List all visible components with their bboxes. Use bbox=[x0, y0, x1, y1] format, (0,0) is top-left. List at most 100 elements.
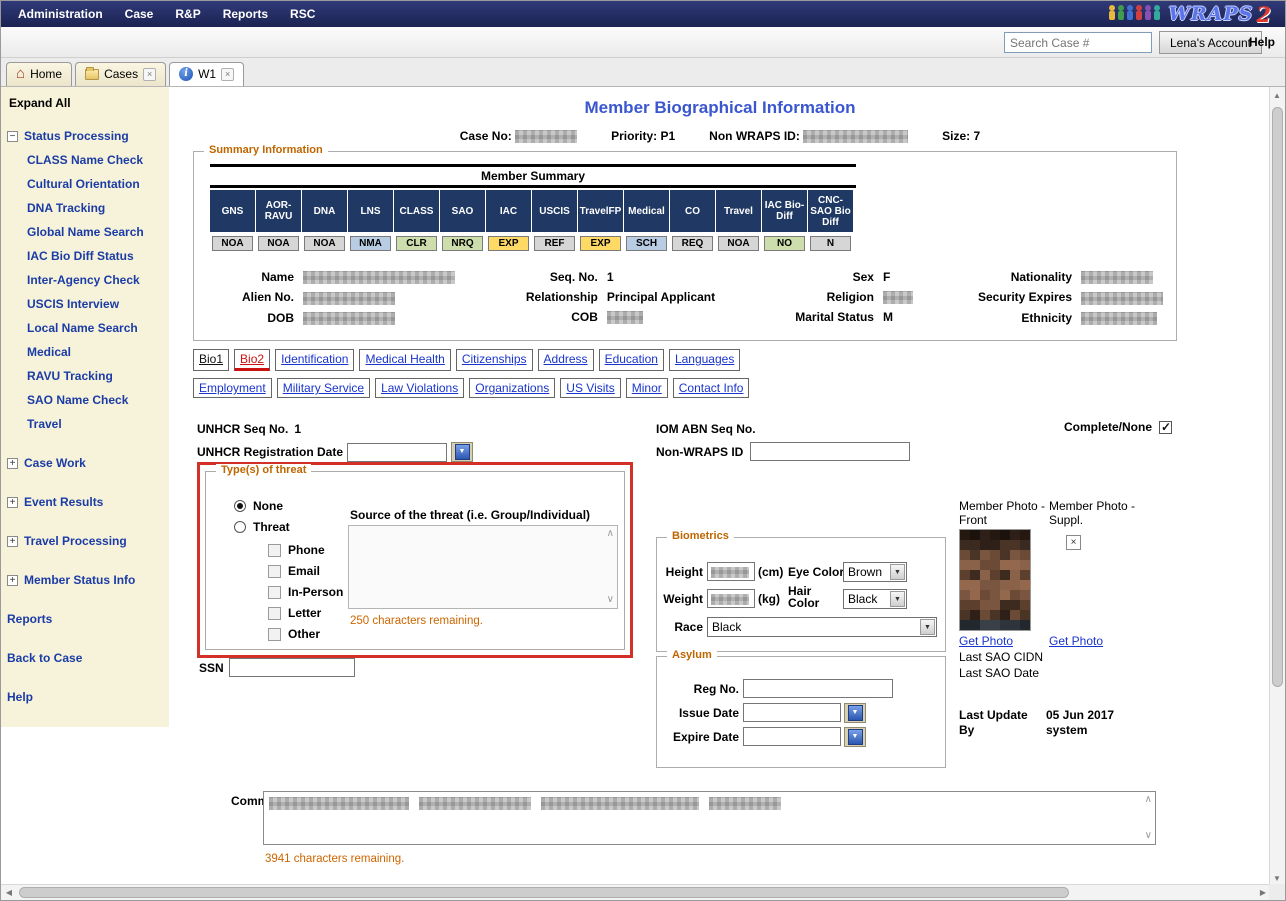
close-icon[interactable] bbox=[143, 68, 156, 81]
sidebar-item-iac-bio-diff-status[interactable]: IAC Bio Diff Status bbox=[1, 244, 169, 268]
scroll-down-icon[interactable] bbox=[607, 595, 614, 605]
bio-tab-education[interactable]: Education bbox=[599, 349, 664, 371]
tree-expand-icon[interactable]: + bbox=[7, 575, 18, 586]
bio-tab-law-violations[interactable]: Law Violations bbox=[375, 378, 464, 398]
bio-tab-minor[interactable]: Minor bbox=[626, 378, 668, 398]
sidebar-item-event-results[interactable]: +Event Results bbox=[1, 490, 169, 514]
horizontal-scrollbar[interactable]: ◀ ▶ bbox=[1, 884, 1271, 900]
account-button[interactable]: Lena's Account bbox=[1159, 31, 1262, 54]
bio-tab-bio1[interactable]: Bio1 bbox=[193, 349, 229, 371]
sidebar-item-travel-processing[interactable]: +Travel Processing bbox=[1, 529, 169, 553]
get-photo-front-link[interactable]: Get Photo bbox=[959, 634, 1013, 648]
alien-no-value-redacted bbox=[303, 292, 395, 305]
details-group-2: Seq. No. 1 Relationship Principal Applic… bbox=[506, 270, 788, 325]
sidebar-item-cultural-orientation[interactable]: Cultural Orientation bbox=[1, 172, 169, 196]
sidebar-item-uscis-interview[interactable]: USCIS Interview bbox=[1, 292, 169, 316]
get-photo-suppl-link[interactable]: Get Photo bbox=[1049, 634, 1103, 648]
sidebar-item-travel[interactable]: Travel bbox=[1, 412, 169, 436]
hair-color-select[interactable]: Black bbox=[843, 589, 907, 609]
sidebar-item-local-name-search[interactable]: Local Name Search bbox=[1, 316, 169, 340]
scroll-up-icon[interactable] bbox=[1145, 795, 1152, 805]
expand-all-link[interactable]: Expand All bbox=[1, 87, 169, 112]
issue-date-input[interactable] bbox=[743, 703, 841, 722]
bio-tab-medical-health[interactable]: Medical Health bbox=[359, 349, 450, 371]
sidebar-item-inter-agency-check[interactable]: Inter-Agency Check bbox=[1, 268, 169, 292]
in-person-checkbox[interactable] bbox=[268, 586, 281, 599]
search-case-input[interactable] bbox=[1004, 32, 1152, 53]
bio-tab-languages[interactable]: Languages bbox=[669, 349, 740, 371]
tree-expand-icon[interactable]: + bbox=[7, 536, 18, 547]
height-input[interactable] bbox=[707, 562, 755, 581]
phone-checkbox[interactable] bbox=[268, 544, 281, 557]
sidebar-item-status-processing[interactable]: −Status Processing bbox=[1, 124, 169, 148]
comments-textarea[interactable] bbox=[263, 791, 1156, 845]
ssn-label: SSN bbox=[199, 661, 224, 675]
close-icon[interactable] bbox=[221, 68, 234, 81]
tree-expand-icon[interactable]: + bbox=[7, 497, 18, 508]
non-wraps-id-input[interactable] bbox=[750, 442, 910, 461]
other-checkbox[interactable] bbox=[268, 628, 281, 641]
unhcr-registration-date-input[interactable] bbox=[347, 443, 447, 462]
scroll-down-icon[interactable] bbox=[1145, 831, 1152, 841]
bio-tab-employment[interactable]: Employment bbox=[193, 378, 272, 398]
horizontal-scrollbar-thumb[interactable] bbox=[19, 887, 1069, 898]
complete-none-checkbox[interactable] bbox=[1159, 421, 1172, 434]
bio-tab-citizenships[interactable]: Citizenships bbox=[456, 349, 533, 371]
bio-tab-identification[interactable]: Identification bbox=[275, 349, 354, 371]
bio-tab-military-service[interactable]: Military Service bbox=[277, 378, 370, 398]
sidebar-item-global-name-search[interactable]: Global Name Search bbox=[1, 220, 169, 244]
marital-status-label: Marital Status bbox=[788, 310, 874, 324]
issue-date-calendar-button[interactable] bbox=[844, 703, 866, 723]
sidebar-item-sao-name-check[interactable]: SAO Name Check bbox=[1, 388, 169, 412]
weight-input[interactable] bbox=[707, 589, 755, 608]
sidebar-item-help[interactable]: Help bbox=[1, 685, 169, 709]
scroll-left-arrow[interactable]: ◀ bbox=[1, 884, 17, 900]
bio-tab-us-visits[interactable]: US Visits bbox=[560, 378, 620, 398]
race-select[interactable]: Black bbox=[707, 617, 937, 637]
menu-item-administration[interactable]: Administration bbox=[7, 7, 114, 21]
scroll-up-icon[interactable] bbox=[607, 529, 614, 539]
bio-tab-contact-info[interactable]: Contact Info bbox=[673, 378, 750, 398]
expire-date-calendar-button[interactable] bbox=[844, 727, 866, 747]
sidebar-item-reports[interactable]: Reports bbox=[1, 607, 169, 631]
sidebar-item-ravu-tracking[interactable]: RAVU Tracking bbox=[1, 364, 169, 388]
tab-w1[interactable]: W1 bbox=[169, 62, 244, 86]
threat-radio[interactable] bbox=[234, 521, 246, 533]
height-value-redacted bbox=[711, 567, 749, 578]
menu-item-rsc[interactable]: RSC bbox=[279, 7, 326, 21]
scroll-up-arrow[interactable]: ▲ bbox=[1269, 87, 1285, 103]
ssn-input[interactable] bbox=[229, 658, 355, 677]
letter-checkbox[interactable] bbox=[268, 607, 281, 620]
unhcr-registration-date-row: UNHCR Registration Date bbox=[197, 442, 473, 462]
reg-no-input[interactable] bbox=[743, 679, 893, 698]
sidebar-item-back-to-case[interactable]: Back to Case bbox=[1, 646, 169, 670]
status-badge-iac-bio-diff: NO bbox=[764, 236, 805, 251]
member-summary-table: Member Summary GNSAOR-RAVUDNALNSCLASSSAO… bbox=[210, 164, 856, 251]
none-radio[interactable] bbox=[234, 500, 246, 512]
expire-date-input[interactable] bbox=[743, 727, 841, 746]
sidebar-item-member-status-info[interactable]: +Member Status Info bbox=[1, 568, 169, 592]
sidebar-item-class-name-check[interactable]: CLASS Name Check bbox=[1, 148, 169, 172]
email-checkbox[interactable] bbox=[268, 565, 281, 578]
tab-home[interactable]: Home bbox=[6, 62, 72, 86]
eye-color-select[interactable]: Brown bbox=[843, 562, 907, 582]
sidebar-item-dna-tracking[interactable]: DNA Tracking bbox=[1, 196, 169, 220]
reg-no-label: Reg No. bbox=[657, 682, 739, 696]
tree-expand-icon[interactable]: + bbox=[7, 458, 18, 469]
vertical-scrollbar[interactable]: ▲ ▼ bbox=[1269, 87, 1285, 886]
help-menu-link[interactable]: Help bbox=[1249, 35, 1275, 49]
sidebar-item-medical[interactable]: Medical bbox=[1, 340, 169, 364]
tree-collapse-icon[interactable]: − bbox=[7, 131, 18, 142]
menu-item-reports[interactable]: Reports bbox=[212, 7, 279, 21]
dob-value-redacted bbox=[303, 312, 395, 325]
threat-source-textarea[interactable] bbox=[348, 525, 618, 609]
unhcr-registration-date-calendar-button[interactable] bbox=[451, 442, 473, 462]
menu-item-case[interactable]: Case bbox=[114, 7, 165, 21]
tab-cases[interactable]: Cases bbox=[75, 62, 166, 86]
vertical-scrollbar-thumb[interactable] bbox=[1272, 107, 1283, 687]
bio-tab-bio2[interactable]: Bio2 bbox=[234, 349, 270, 371]
bio-tab-address[interactable]: Address bbox=[538, 349, 594, 371]
sidebar-item-case-work[interactable]: +Case Work bbox=[1, 451, 169, 475]
bio-tab-organizations[interactable]: Organizations bbox=[469, 378, 555, 398]
menu-item-r-p[interactable]: R&P bbox=[164, 7, 211, 21]
